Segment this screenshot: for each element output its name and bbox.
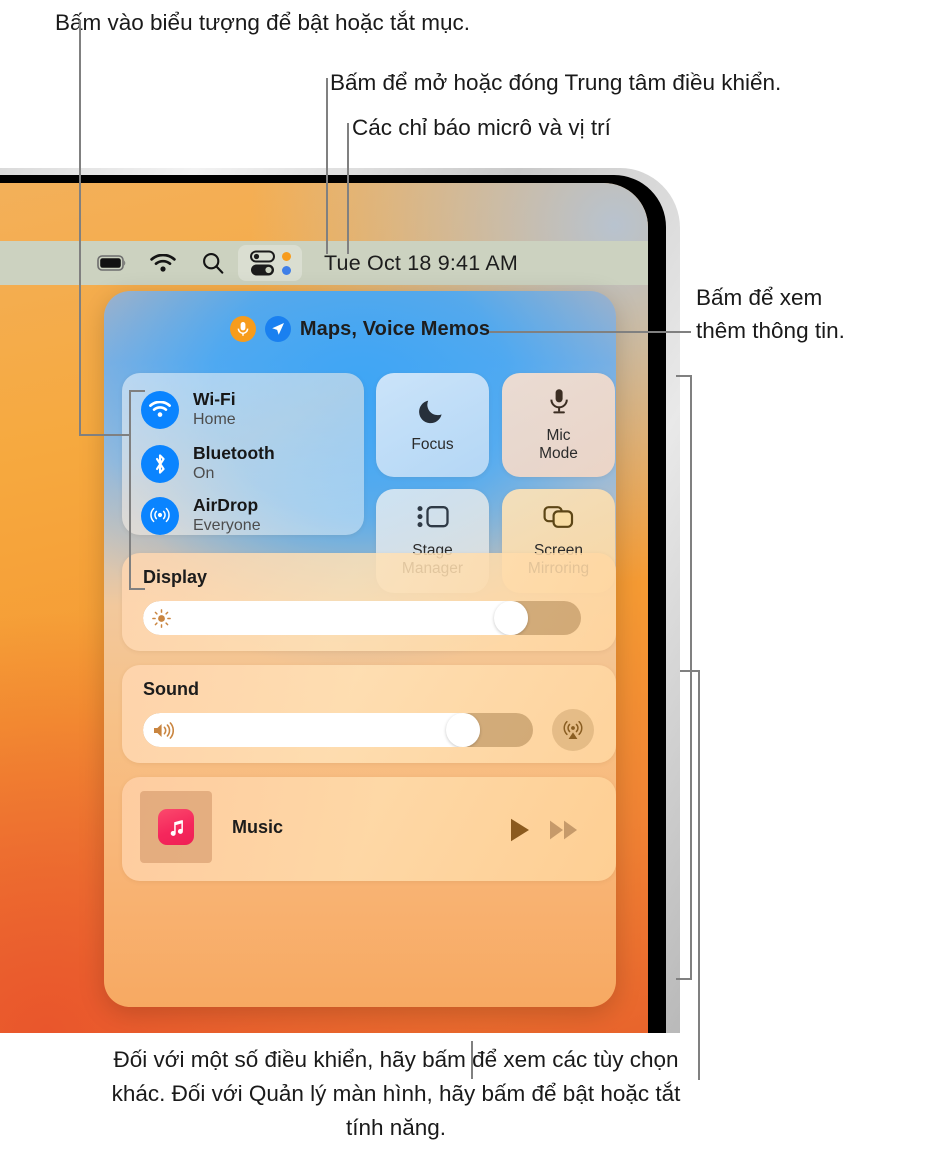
control-center-header[interactable]: Maps, Voice Memos xyxy=(104,291,616,367)
brightness-icon xyxy=(152,609,171,633)
sound-slider-knob[interactable] xyxy=(446,713,480,747)
play-icon[interactable] xyxy=(508,817,532,848)
menubar-clock[interactable]: Tue Oct 18 9:41 AM xyxy=(324,251,518,276)
display-slider-fill xyxy=(143,601,528,635)
screen-mirroring-icon xyxy=(543,504,574,535)
wifi-icon[interactable] xyxy=(138,241,188,285)
annotation-open-close: Bấm để mở hoặc đóng Trung tâm điều khiển… xyxy=(330,70,782,95)
location-indicator-icon xyxy=(264,316,291,342)
control-center-panel: Maps, Voice Memos Wi-Fi Home Bluetooth O… xyxy=(104,291,616,1007)
orange-dot xyxy=(281,251,291,261)
blue-dot xyxy=(281,265,291,275)
music-title: Music xyxy=(232,817,284,837)
airdrop-row[interactable]: AirDrop Everyone xyxy=(141,495,261,536)
stage-manager-icon xyxy=(417,504,449,535)
bracket-sliders-top xyxy=(680,670,700,672)
wifi-title: Wi-Fi xyxy=(193,389,236,409)
sound-card: Sound xyxy=(122,665,616,763)
bracket-connectivity-icons xyxy=(129,390,145,590)
sound-volume-slider[interactable] xyxy=(143,713,533,747)
connectivity-group: Wi-Fi Home Bluetooth On AirDrop Everyone xyxy=(122,373,364,535)
display-label: Display xyxy=(143,567,208,587)
leader-line-bottom-note xyxy=(471,1041,473,1079)
mic-mode-tile[interactable]: Mic Mode xyxy=(502,373,615,477)
leader-line-toggle-horizontal xyxy=(79,434,131,436)
annotation-toggle-items: Bấm vào biểu tượng để bật hoặc tắt mục. xyxy=(55,10,471,35)
fast-forward-icon[interactable] xyxy=(549,819,579,846)
wifi-text: Wi-Fi Home xyxy=(193,389,236,430)
bluetooth-row[interactable]: Bluetooth On xyxy=(141,443,275,484)
focus-tile[interactable]: Focus xyxy=(376,373,489,477)
bluetooth-title: Bluetooth xyxy=(193,443,275,463)
airdrop-icon[interactable] xyxy=(141,496,179,535)
bracket-all-controls xyxy=(676,375,692,980)
music-app-icon xyxy=(158,809,194,845)
bluetooth-text: Bluetooth On xyxy=(193,443,275,484)
focus-label: Focus xyxy=(411,436,454,453)
bluetooth-status: On xyxy=(193,465,215,482)
leader-line-more-info xyxy=(489,331,691,333)
bracket-sliders-vertical xyxy=(698,670,700,1080)
airdrop-status: Everyone xyxy=(193,517,261,534)
menu-bar: Tue Oct 18 9:41 AM xyxy=(0,241,648,285)
battery-icon[interactable] xyxy=(86,241,138,285)
annotation-indicators: Các chỉ báo micrô và vị trí xyxy=(352,115,611,140)
control-center-icon[interactable] xyxy=(238,245,302,281)
sound-slider-fill xyxy=(143,713,480,747)
airdrop-text: AirDrop Everyone xyxy=(193,495,261,536)
leader-line-indicators xyxy=(347,123,349,254)
wifi-status: Home xyxy=(193,411,236,428)
leader-line-toggle-vertical xyxy=(79,20,81,435)
active-apps-label: Maps, Voice Memos xyxy=(299,317,491,340)
speaker-icon xyxy=(152,722,175,744)
airplay-audio-icon xyxy=(563,720,583,739)
display-brightness-slider[interactable] xyxy=(143,601,581,635)
airdrop-title: AirDrop xyxy=(193,495,259,515)
laptop-screen: Tue Oct 18 9:41 AM Maps, Voice Memos Wi-… xyxy=(0,183,648,1033)
sound-label: Sound xyxy=(143,679,199,699)
bluetooth-icon[interactable] xyxy=(141,444,179,483)
music-artwork xyxy=(140,791,212,863)
mic-indicator-icon xyxy=(229,316,256,342)
moon-icon xyxy=(418,396,447,429)
leader-line-control-center xyxy=(326,78,328,254)
mic-mode-label: Mic Mode xyxy=(539,426,578,462)
microphone-icon xyxy=(548,388,570,420)
search-icon[interactable] xyxy=(188,241,238,285)
display-card: Display xyxy=(122,553,616,651)
annotation-more-info: Bấm để xem thêm thông tin. xyxy=(696,285,845,343)
status-indicator-dots xyxy=(281,251,291,275)
control-center-toggles-icon xyxy=(249,250,275,275)
annotation-bottom-note: Đối với một số điều khiển, hãy bấm để xe… xyxy=(111,1047,681,1140)
display-slider-knob[interactable] xyxy=(494,601,528,635)
music-card[interactable]: Music xyxy=(122,777,616,881)
wifi-icon[interactable] xyxy=(141,390,179,429)
wifi-row[interactable]: Wi-Fi Home xyxy=(141,389,236,430)
airplay-audio-button[interactable] xyxy=(552,709,594,751)
